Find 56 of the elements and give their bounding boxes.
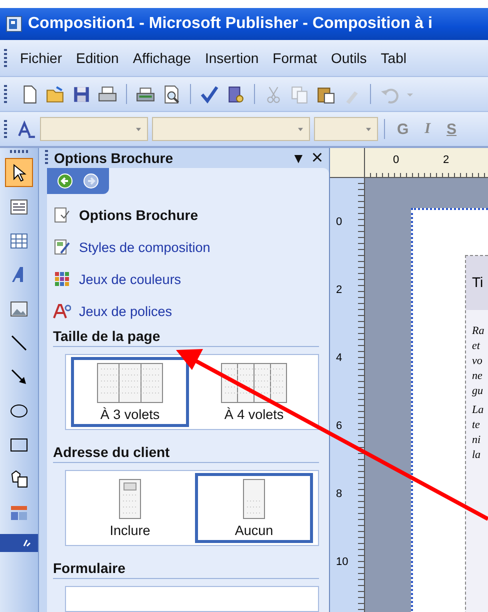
task-link[interactable]: Styles de composition (79, 240, 210, 254)
body-text: La (472, 403, 485, 418)
body-text: ni (472, 433, 482, 448)
task-pane-title: Options Brochure (54, 150, 174, 166)
menu-item[interactable]: Edition (69, 50, 126, 66)
printer-icon[interactable] (98, 84, 117, 104)
body-text: te (472, 418, 481, 433)
body-text: vo (472, 354, 484, 369)
menu-item[interactable]: Affichage (126, 50, 198, 66)
page-thumbnail-drawing (221, 362, 287, 402)
app-icon (6, 16, 22, 32)
page-thumbnail-drawing (119, 478, 141, 518)
styles-icon (53, 238, 71, 256)
heading-text: Ti (466, 256, 488, 310)
ruler-corner (330, 148, 365, 178)
menu-item[interactable]: Fichier (13, 50, 70, 66)
body-text: et (472, 339, 482, 354)
body-text: Ra (472, 324, 486, 339)
print-preview-icon[interactable] (162, 84, 181, 104)
styles-icon[interactable] (17, 120, 36, 138)
menu-item[interactable]: Tabl (374, 50, 414, 66)
page-thumbnail-drawing (97, 362, 163, 402)
menu-item[interactable]: Insertion (198, 50, 266, 66)
section-heading: Adresse du client (53, 440, 319, 463)
window-title: Composition1 - Microsoft Publisher - Composition à i (28, 15, 432, 33)
font-icon (53, 302, 71, 320)
task-link[interactable]: Jeux de couleurs (79, 272, 182, 286)
caret-icon (365, 127, 372, 132)
color-grid-icon (53, 270, 71, 288)
horizontal-ruler: 0 2 (365, 148, 488, 178)
research-book-icon[interactable] (226, 84, 245, 104)
current-page-label: Options Brochure (79, 207, 198, 223)
vertical-ruler: 0 2 4 6 8 10 (330, 178, 365, 612)
menu-item[interactable]: Format (266, 50, 324, 66)
caret-icon (135, 127, 142, 132)
task-pane-menu-button[interactable]: ▼ (291, 150, 306, 166)
body-text: gu (472, 384, 484, 399)
body-text: la (472, 448, 482, 463)
section-heading: Taille de la page (53, 324, 319, 347)
more-tools-button[interactable] (0, 534, 38, 552)
save-icon[interactable] (72, 84, 91, 104)
document-icon (53, 206, 71, 224)
layout-option[interactable]: Aucun (195, 473, 313, 543)
caret-icon (297, 127, 304, 132)
pointer-icon[interactable] (5, 158, 33, 187)
menu-item[interactable]: Outils (324, 50, 374, 66)
section-heading: Formulaire (53, 556, 319, 579)
page-thumbnail-drawing (243, 478, 265, 518)
spelling-icon[interactable] (200, 84, 219, 104)
body-text: ne (472, 369, 484, 384)
open-folder-icon[interactable] (46, 84, 65, 104)
printer-icon[interactable] (136, 84, 155, 104)
close-button[interactable]: × (311, 148, 323, 168)
layout-option[interactable]: À 3 volets (71, 357, 189, 427)
paste-icon[interactable] (316, 84, 335, 104)
task-link[interactable]: Jeux de polices (79, 304, 172, 318)
